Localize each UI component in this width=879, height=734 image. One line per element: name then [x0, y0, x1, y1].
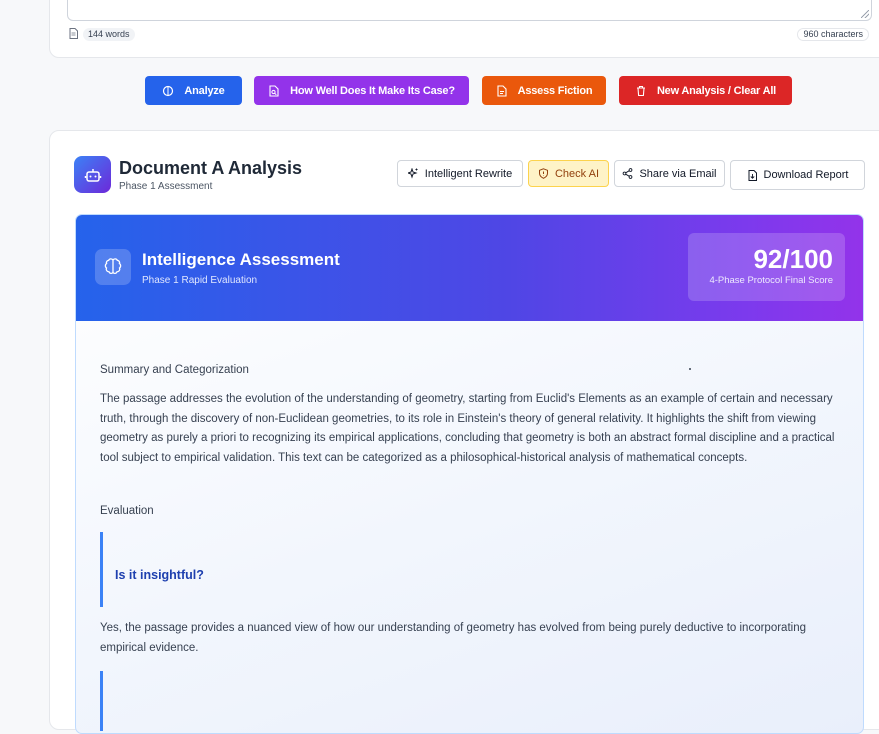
assessment-header: Intelligence Assessment Phase 1 Rapid Ev… — [76, 215, 863, 321]
answer-paragraph: Yes, the passage provides a nuanced view… — [100, 622, 806, 654]
assessment-subtitle: Phase 1 Rapid Evaluation — [142, 275, 258, 286]
char-count-badge: 960 characters — [797, 28, 869, 41]
document-textarea[interactable] — [67, 0, 872, 21]
text-stats-row: 144 words 960 characters — [68, 28, 879, 42]
download-report-label: Download Report — [763, 169, 849, 181]
word-count-badge: 144 words — [83, 28, 135, 41]
question-block-next — [100, 671, 845, 731]
document-icon — [69, 28, 78, 39]
evaluation-heading: Evaluation — [100, 505, 154, 517]
file-text-icon — [497, 84, 507, 97]
sparkles-icon — [407, 168, 418, 179]
stray-dot — [689, 368, 691, 370]
summary-heading: Summary and Categorization — [100, 364, 249, 376]
input-card: 144 words 960 characters — [49, 0, 879, 58]
question-block: Is it insightful? — [100, 532, 845, 607]
file-download-icon — [748, 169, 757, 181]
clear-all-button[interactable]: New Analysis / Clear All — [619, 76, 792, 105]
brain-icon — [95, 249, 131, 285]
question-text: Is it insightful? — [115, 568, 204, 582]
final-score: 92/100 — [753, 244, 833, 274]
check-ai-button[interactable]: Check AI — [528, 160, 609, 187]
clear-all-label: New Analysis / Clear All — [656, 84, 777, 97]
analysis-title: Document A Analysis — [119, 158, 303, 178]
case-analysis-button[interactable]: How Well Does It Make Its Case? — [254, 76, 469, 105]
analysis-subtitle: Phase 1 Assessment — [119, 181, 213, 192]
summary-paragraph: The passage addresses the evolution of t… — [100, 393, 835, 464]
assess-fiction-label: Assess Fiction — [517, 84, 593, 97]
shield-icon — [538, 168, 548, 179]
resize-handle[interactable] — [861, 10, 869, 18]
analyze-button[interactable]: Analyze — [145, 76, 242, 105]
intelligent-rewrite-button[interactable]: Intelligent Rewrite — [397, 160, 523, 187]
share-icon — [623, 168, 633, 179]
assess-fiction-button[interactable]: Assess Fiction — [482, 76, 606, 105]
brain-icon — [163, 85, 174, 96]
case-analysis-label: How Well Does It Make Its Case? — [290, 84, 455, 97]
share-email-button[interactable]: Share via Email — [614, 160, 725, 187]
assessment-title: Intelligence Assessment — [142, 250, 340, 269]
file-search-icon — [269, 84, 279, 97]
analyze-label: Analyze — [184, 84, 225, 97]
intelligence-assessment-panel: Intelligence Assessment Phase 1 Rapid Ev… — [75, 214, 864, 734]
bot-icon — [74, 156, 111, 193]
check-ai-label: Check AI — [554, 167, 600, 180]
share-email-label: Share via Email — [639, 167, 717, 180]
download-report-button[interactable]: Download Report — [730, 160, 865, 190]
analysis-card: Document A Analysis Phase 1 Assessment I… — [49, 130, 879, 734]
score-box: 92/100 4-Phase Protocol Final Score — [688, 233, 845, 301]
score-caption: 4-Phase Protocol Final Score — [709, 275, 833, 286]
trash-icon — [636, 85, 645, 96]
intelligent-rewrite-label: Intelligent Rewrite — [424, 167, 513, 180]
